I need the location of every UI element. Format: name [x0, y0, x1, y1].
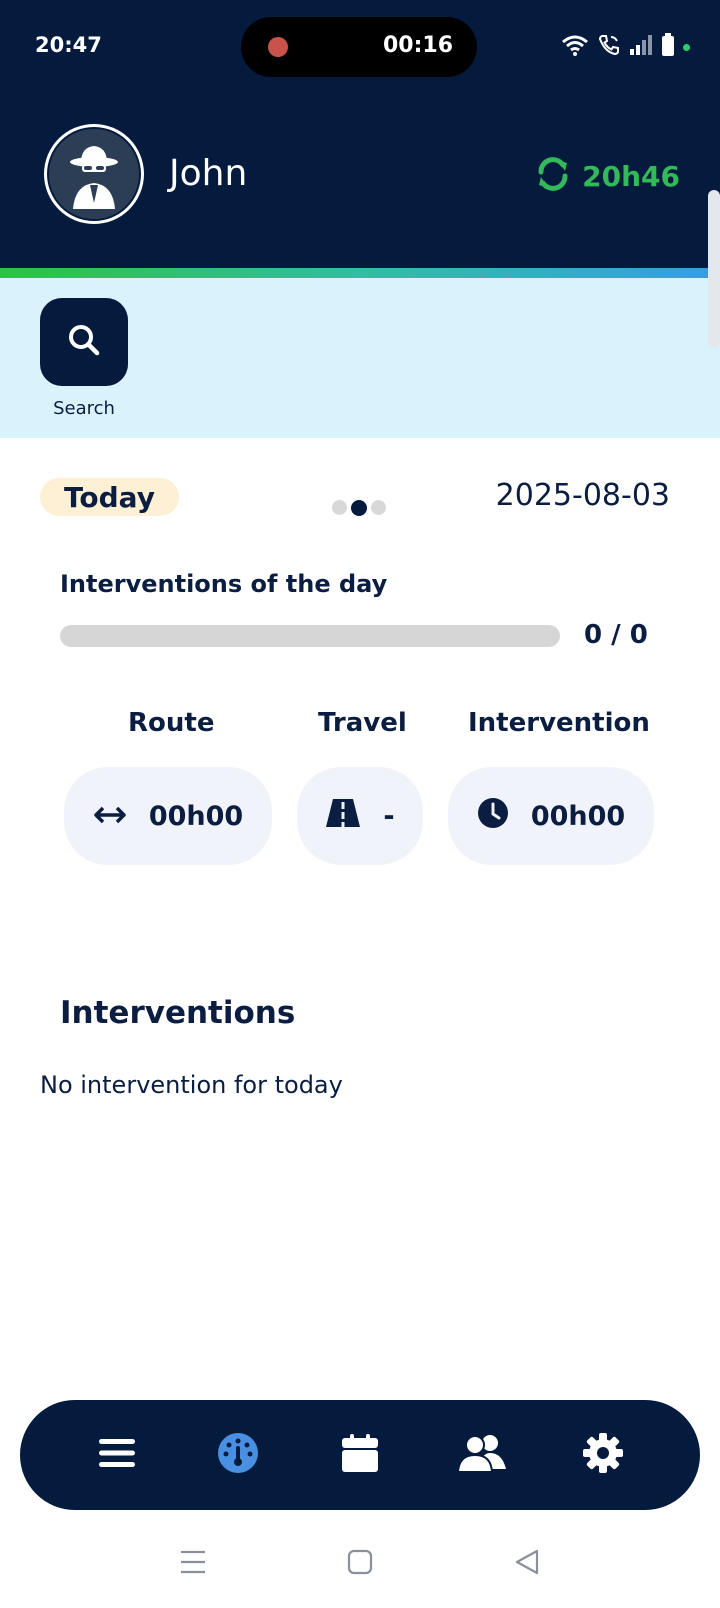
search-button[interactable] [40, 298, 128, 386]
sync-status[interactable]: 20h46 [534, 155, 680, 197]
travel-card[interactable]: - [297, 767, 423, 865]
nav-calendar[interactable] [330, 1425, 390, 1485]
intervention-label: Intervention [468, 708, 650, 738]
settings-icon [582, 1432, 624, 1478]
travel-value: - [383, 800, 395, 832]
today-badge[interactable]: Today [40, 478, 179, 516]
home-icon[interactable] [346, 1548, 374, 1580]
page-dot [371, 500, 386, 515]
avatar[interactable] [44, 124, 144, 224]
empty-interventions-message: No intervention for today [40, 1071, 343, 1099]
page-indicator [332, 500, 386, 516]
menu-icon [98, 1437, 136, 1473]
dashboard-icon [217, 1432, 259, 1478]
status-time: 20:47 [35, 33, 102, 57]
nav-menu[interactable] [87, 1425, 147, 1485]
sync-time: 20h46 [582, 159, 680, 193]
screen-recording-pill[interactable]: 00:16 [241, 17, 477, 77]
clock-icon [477, 797, 509, 836]
privacy-indicator [683, 43, 690, 51]
recording-time: 00:16 [382, 33, 453, 58]
travel-label: Travel [318, 708, 407, 738]
bottom-navigation [20, 1400, 700, 1510]
quick-actions-bar: Search [0, 278, 720, 438]
sync-icon [534, 155, 572, 197]
signal-icon [629, 34, 653, 60]
user-name: John [169, 153, 248, 194]
intervention-duration-card[interactable]: 00h00 [448, 767, 654, 865]
back-icon[interactable] [513, 1548, 541, 1580]
route-duration-value: 00h00 [148, 800, 244, 832]
current-date[interactable]: 2025-08-03 [496, 478, 670, 513]
app-header: 20:47 00:16 John 20h46 [0, 0, 720, 270]
interventions-of-day-title: Interventions of the day [60, 570, 388, 598]
nav-dashboard[interactable] [208, 1425, 268, 1485]
page-dot-active [351, 500, 367, 516]
scrollbar[interactable] [708, 190, 720, 348]
route-duration-card[interactable]: 00h00 [64, 767, 272, 865]
interventions-count: 0 / 0 [584, 620, 648, 650]
road-icon [325, 798, 361, 835]
nav-users[interactable] [452, 1425, 512, 1485]
recent-apps-icon[interactable] [179, 1549, 207, 1579]
users-icon [456, 1433, 508, 1477]
interventions-progress-bar [60, 625, 560, 647]
record-dot-icon [268, 37, 288, 57]
avatar-image [47, 127, 141, 221]
header-gradient-divider [0, 268, 720, 278]
route-label: Route [128, 708, 215, 738]
interventions-title: Interventions [60, 995, 296, 1031]
calendar-icon [341, 1433, 379, 1477]
battery-icon [661, 33, 675, 61]
page-dot [332, 500, 347, 515]
wifi-call-icon [597, 33, 621, 61]
nav-settings[interactable] [573, 1425, 633, 1485]
wifi-icon [561, 34, 589, 60]
system-navigation-bar [0, 1520, 720, 1608]
search-label: Search [53, 398, 115, 419]
arrows-horizontal-icon [93, 801, 127, 832]
search-icon [67, 323, 101, 361]
intervention-duration-value: 00h00 [530, 800, 626, 832]
status-icons [561, 33, 690, 61]
